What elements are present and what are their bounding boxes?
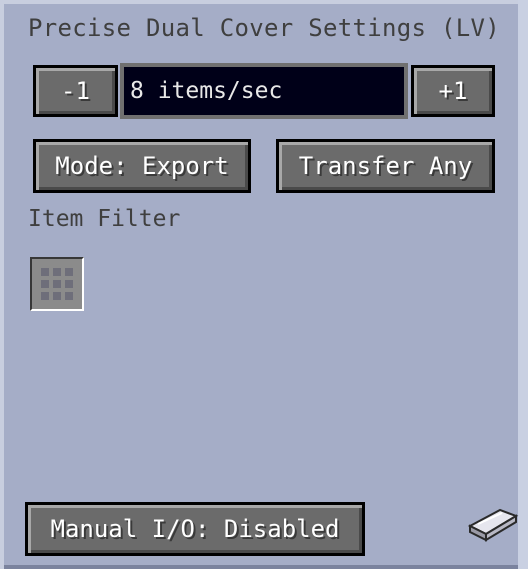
decrement-button[interactable]: -1 [33, 65, 118, 117]
rate-input[interactable]: 8 items/sec [120, 63, 408, 119]
ingot-icon [467, 508, 519, 542]
increment-button[interactable]: +1 [411, 65, 495, 117]
mode-button[interactable]: Mode: Export [33, 139, 251, 193]
item-filter-label: Item Filter [28, 206, 181, 232]
item-filter-slot[interactable] [30, 257, 84, 311]
panel-edge [518, 0, 528, 569]
cover-settings-panel: Precise Dual Cover Settings (LV) -1 8 it… [0, 0, 528, 569]
grid-icon [41, 268, 73, 300]
window-title: Precise Dual Cover Settings (LV) [28, 14, 500, 42]
manual-io-button[interactable]: Manual I/O: Disabled [25, 502, 365, 556]
transfer-mode-button[interactable]: Transfer Any [276, 139, 495, 193]
